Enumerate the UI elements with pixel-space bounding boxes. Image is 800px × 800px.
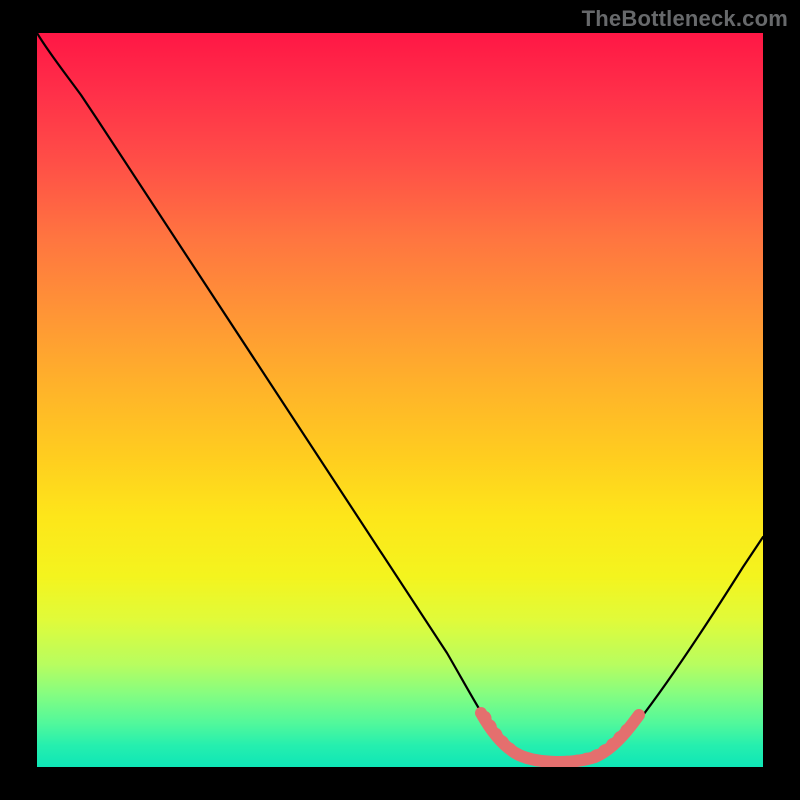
curve-layer <box>37 33 763 767</box>
plot-area <box>37 33 763 767</box>
chart-stage: TheBottleneck.com <box>0 0 800 800</box>
watermark-text: TheBottleneck.com <box>582 6 788 32</box>
bottleneck-curve <box>37 33 763 763</box>
